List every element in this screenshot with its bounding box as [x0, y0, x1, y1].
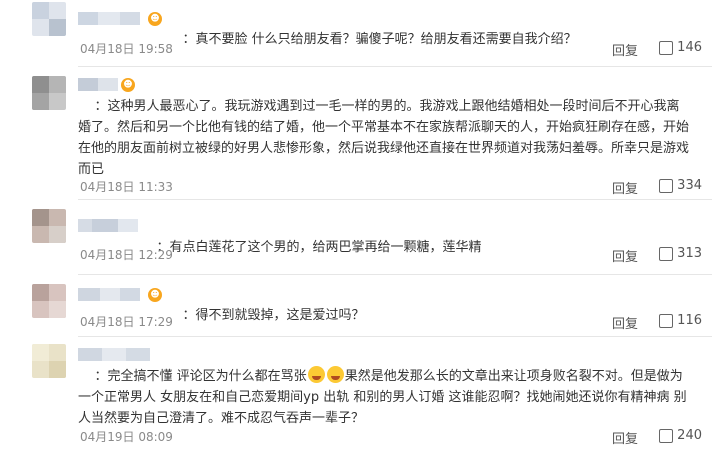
avatar[interactable] — [32, 344, 66, 378]
like-button[interactable]: 146 — [659, 40, 702, 55]
reply-button[interactable]: 回复 — [612, 178, 638, 197]
vip-badge-icon: ☻ — [148, 12, 162, 26]
like-button[interactable]: 334 — [659, 178, 702, 193]
thumbs-up-icon — [659, 313, 674, 328]
reply-button[interactable]: 回复 — [612, 246, 638, 265]
avatar[interactable] — [32, 2, 66, 36]
laughing-emoji-icon — [326, 366, 344, 383]
like-count: 313 — [677, 246, 702, 261]
like-count: 146 — [677, 40, 702, 55]
comment-time: 04月19日 08:09 — [80, 430, 173, 444]
thumbs-up-icon — [659, 428, 674, 443]
thumbs-up-icon — [659, 40, 674, 55]
comment-item: ☻ ：真不要脸 什么只给朋友看？骗傻子呢？给朋友看还需要自我介绍？ 04月18日… — [0, 0, 728, 66]
thumbs-up-icon — [659, 246, 674, 261]
username[interactable] — [78, 219, 138, 232]
like-button[interactable]: 240 — [659, 428, 702, 443]
like-button[interactable]: 313 — [659, 246, 702, 261]
comment-time: 04月18日 11:33 — [80, 180, 173, 194]
comment-item: ：完全搞不懂 评论区为什么都在骂张 果然是他发那么长的文章出来让项身败名裂不对。但… — [0, 336, 728, 450]
comment-text: ：有点白莲花了这个男的，给两巴掌再给一颗糖，莲华精 — [156, 240, 482, 255]
comment-item: ☻ ：这种男人最恶心了。我玩游戏遇到过一毛一样的男的。我游戏上跟他结婚相处一段时… — [0, 66, 728, 199]
like-count: 334 — [677, 178, 702, 193]
like-button[interactable]: 116 — [659, 313, 702, 328]
reply-button[interactable]: 回复 — [612, 428, 638, 447]
avatar[interactable] — [32, 209, 66, 243]
comment-time: 04月18日 17:29 — [80, 315, 173, 329]
like-count: 116 — [677, 313, 702, 328]
avatar[interactable] — [32, 76, 66, 110]
comment-time: 04月18日 19:58 — [80, 42, 173, 56]
thumbs-up-icon — [659, 178, 674, 193]
avatar[interactable] — [32, 284, 66, 318]
username[interactable] — [78, 12, 140, 25]
like-count: 240 — [677, 428, 702, 443]
vip-badge-icon: ☻ — [148, 288, 162, 302]
reply-button[interactable]: 回复 — [612, 313, 638, 332]
username[interactable] — [78, 288, 140, 301]
laughing-emoji-icon — [307, 366, 325, 383]
reply-button[interactable]: 回复 — [612, 40, 638, 59]
comment-time: 04月18日 12:29 — [80, 248, 173, 262]
comment-item: ：有点白莲花了这个男的，给两巴掌再给一颗糖，莲华精 04月18日 12:29 回… — [0, 199, 728, 274]
comment-item: ☻ ：得不到就毁掉，这是爱过吗？ 04月18日 17:29 回复 116 — [0, 274, 728, 336]
